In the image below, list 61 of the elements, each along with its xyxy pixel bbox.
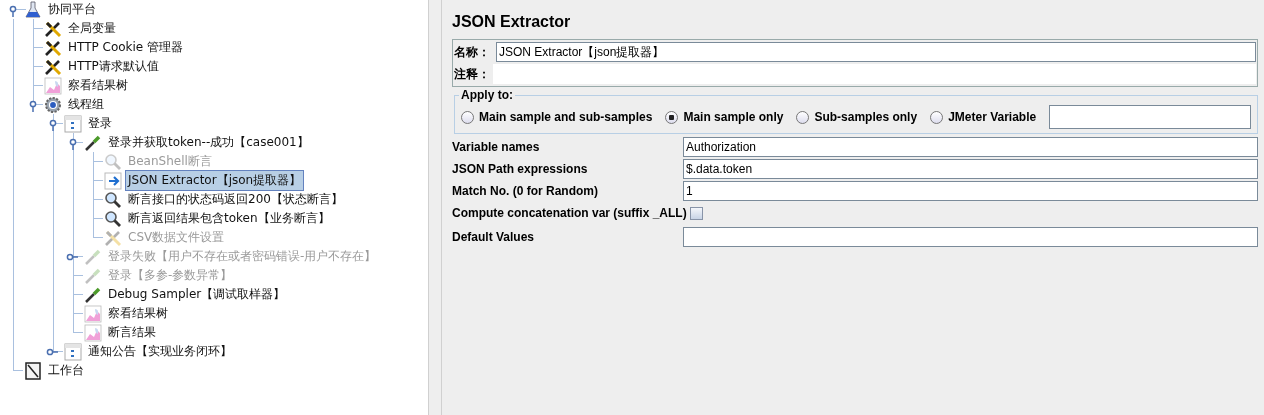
expand-handle-icon[interactable] <box>8 5 18 17</box>
text-field[interactable]: $.data.token <box>683 159 1258 179</box>
magnifier-icon <box>104 152 122 171</box>
pipette-icon <box>84 266 102 285</box>
field-label: Default Values <box>452 230 536 244</box>
tree-item[interactable]: JSON Extractor【json提取器】 <box>125 170 305 191</box>
tree-item[interactable]: 断言接口的状态码返回200【状态断言】 <box>125 189 346 210</box>
expand-handle-icon[interactable] <box>68 138 78 150</box>
window-icon <box>64 342 82 361</box>
tree-item[interactable]: HTTP请求默认值 <box>65 56 162 77</box>
tree-item[interactable]: 察看结果树 <box>105 303 171 324</box>
comment-label: 注释： <box>454 65 491 83</box>
name-field[interactable]: JSON Extractor【json提取器】 <box>496 42 1256 62</box>
comment-field[interactable] <box>493 64 1256 84</box>
variable-field[interactable] <box>1049 105 1251 129</box>
chart-icon <box>84 323 102 342</box>
checkbox[interactable] <box>689 206 703 220</box>
flask-icon <box>24 0 42 19</box>
magnifier-icon <box>104 209 122 228</box>
tree-item[interactable]: 断言结果 <box>105 322 159 343</box>
wrench-screwdriver-icon <box>104 228 122 247</box>
tree-item[interactable]: 登录并获取token--成功【case001】 <box>105 132 312 153</box>
gear-icon <box>44 95 62 114</box>
tree-item[interactable]: Debug Sampler【调试取样器】 <box>105 284 289 305</box>
field-label: Compute concatenation var (suffix _ALL) <box>452 206 687 220</box>
tree-item[interactable]: 察看结果树 <box>65 75 131 96</box>
chart-icon <box>84 304 102 323</box>
expand-handle-icon[interactable] <box>28 100 38 112</box>
tree-item[interactable]: 通知公告【实现业务闭环】 <box>85 341 235 362</box>
wrench-screwdriver-icon <box>44 38 62 57</box>
collapse-handle-icon[interactable] <box>46 348 58 356</box>
pipette-icon <box>84 247 102 266</box>
text-field[interactable]: 1 <box>683 181 1258 201</box>
radio-option[interactable]: Main sample and sub-samples <box>461 110 653 124</box>
chart-icon <box>44 76 62 95</box>
wrench-screwdriver-icon <box>44 57 62 76</box>
tree-item[interactable]: 全局变量 <box>65 18 119 39</box>
field-label: Variable names <box>452 140 541 154</box>
field-label: Match No. (0 for Random) <box>452 184 599 198</box>
tree-item[interactable]: HTTP Cookie 管理器 <box>65 37 187 58</box>
pipette-icon <box>84 285 102 304</box>
notebook-icon <box>24 361 42 380</box>
field-label: JSON Path expressions <box>452 162 589 176</box>
tree-item[interactable]: 断言返回结果包含token【业务断言】 <box>125 208 333 229</box>
panel-title: JSON Extractor <box>452 12 572 32</box>
tree-item[interactable]: 线程组 <box>65 94 107 115</box>
radio-option[interactable]: Sub-samples only <box>796 110 918 124</box>
radio-option[interactable]: JMeter Variable <box>930 110 1037 124</box>
radio-option[interactable]: Main sample only <box>665 110 784 124</box>
wrench-screwdriver-icon <box>44 19 62 38</box>
apply-to-legend: Apply to: <box>459 88 515 102</box>
expand-handle-icon[interactable] <box>48 119 58 131</box>
text-field[interactable] <box>683 227 1258 247</box>
window-icon <box>64 114 82 133</box>
tree-item[interactable]: 工作台 <box>45 360 87 381</box>
pipette-icon <box>84 133 102 152</box>
text-field[interactable]: Authorization <box>683 137 1258 157</box>
name-label: 名称： <box>454 43 491 61</box>
magnifier-icon <box>104 190 122 209</box>
tree-item[interactable]: 登录 <box>85 113 115 134</box>
tree-item[interactable]: 协同平台 <box>45 0 99 20</box>
